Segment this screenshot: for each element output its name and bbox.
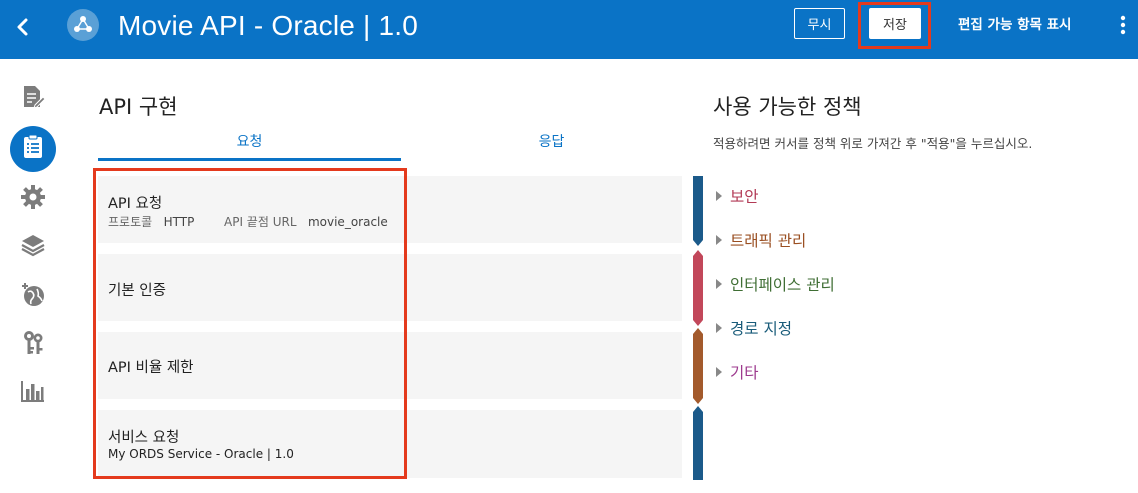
policy-stripes	[693, 176, 703, 480]
expand-triangle-icon	[716, 191, 722, 201]
analytics-icon	[20, 379, 46, 407]
stripe-interface	[693, 328, 703, 404]
policy-group-other[interactable]: 기타	[716, 361, 759, 383]
top-bar: Movie API - Oracle | 1.0 무시 저장 편집 가능 항목 …	[0, 0, 1138, 59]
ignore-button[interactable]: 무시	[794, 8, 845, 39]
policy-label: 트래픽 관리	[730, 232, 807, 250]
card-title: API 요청	[108, 196, 163, 212]
sidebar-item-publication[interactable]	[10, 276, 56, 318]
policies-heading: 사용 가능한 정책	[713, 95, 862, 119]
expand-triangle-icon	[716, 235, 722, 245]
policy-group-security[interactable]: 보안	[716, 185, 759, 207]
service-request-card[interactable]: 서비스 요청 My ORDS Service - Oracle | 1.0	[98, 410, 682, 478]
page-title: Movie API - Oracle | 1.0	[118, 10, 418, 41]
expand-triangle-icon	[716, 367, 722, 377]
globe-icon	[20, 282, 46, 312]
save-highlight-box	[858, 2, 931, 49]
stripe-routing	[693, 406, 703, 480]
stripe-security	[693, 176, 703, 246]
layers-icon	[20, 233, 46, 261]
sidebar-item-grants[interactable]	[10, 324, 56, 366]
protocol-value: HTTP	[163, 215, 195, 229]
endpoint-label: API 끝점 URL	[224, 215, 297, 229]
api-request-card[interactable]: API 요청 프로토콜 HTTP API 끝점 URL movie_oracle	[98, 176, 682, 243]
policy-label: 보안	[730, 188, 759, 206]
expand-triangle-icon	[716, 279, 722, 289]
policy-label: 기타	[730, 364, 759, 382]
back-icon[interactable]	[12, 14, 34, 40]
card-details: 프로토콜 HTTP API 끝점 URL movie_oracle	[108, 213, 388, 230]
sidebar-item-api-implementation[interactable]	[10, 126, 56, 172]
keys-icon	[20, 329, 46, 361]
card-title: 서비스 요청	[108, 430, 180, 446]
rate-limit-card[interactable]: API 비율 제한	[98, 332, 682, 399]
sidebar-item-analytics[interactable]	[10, 372, 56, 414]
card-title: 기본 인증	[108, 283, 166, 299]
api-implementation-icon	[22, 134, 44, 164]
gear-icon	[20, 184, 46, 214]
policy-group-interface[interactable]: 인터페이스 관리	[716, 273, 835, 295]
document-edit-icon	[21, 84, 46, 114]
policy-group-routing[interactable]: 경로 지정	[716, 317, 792, 339]
api-logo-icon	[67, 9, 99, 41]
show-editable-button[interactable]: 편집 가능 항목 표시	[958, 13, 1071, 33]
sidebar-item-deployments[interactable]	[10, 226, 56, 268]
endpoint-value: movie_oracle	[307, 215, 388, 229]
card-title: API 비율 제한	[108, 360, 194, 376]
implementation-heading: API 구현	[99, 95, 178, 119]
more-options-icon[interactable]	[1116, 12, 1130, 38]
protocol-label: 프로토콜	[108, 215, 153, 229]
tab-response[interactable]: 응답	[401, 131, 702, 161]
tab-request[interactable]: 요청	[98, 131, 401, 161]
sidebar-item-overview[interactable]	[10, 78, 56, 120]
policy-label: 인터페이스 관리	[730, 276, 835, 294]
stripe-traffic	[693, 250, 703, 326]
basic-auth-card[interactable]: 기본 인증	[98, 254, 682, 321]
policies-hint: 적용하려면 커서를 정책 위로 가져간 후 "적용"을 누르십시오.	[713, 136, 1033, 151]
policy-group-traffic[interactable]: 트래픽 관리	[716, 229, 806, 251]
card-subtitle: My ORDS Service - Oracle | 1.0	[108, 447, 294, 461]
expand-triangle-icon	[716, 323, 722, 333]
sidebar-item-settings[interactable]	[10, 178, 56, 220]
policy-label: 경로 지정	[730, 320, 792, 338]
